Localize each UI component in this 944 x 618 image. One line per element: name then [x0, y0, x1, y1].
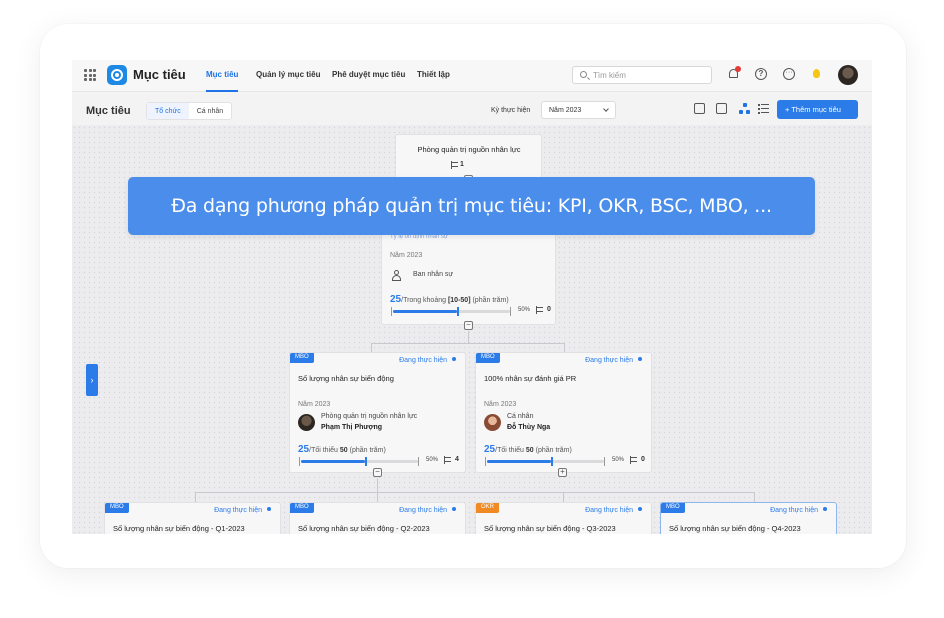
search-input[interactable]: Tìm kiếm: [572, 66, 712, 84]
top-bar: Mục tiêu Mục tiêu Quản lý mục tiêu Phê d…: [72, 60, 872, 92]
owner-name: Đỗ Thùy Nga: [507, 424, 551, 431]
tree-icon: [444, 456, 452, 464]
status-badge: Đang thực hiện: [399, 507, 456, 514]
owner-unit: Phòng quản trị nguồn nhân lực: [321, 413, 418, 420]
method-tag: MBO: [476, 353, 500, 363]
goal-child-count: 0: [641, 456, 645, 463]
goal-progress-bar: [485, 457, 605, 466]
method-tag: OKR: [476, 503, 500, 513]
method-tag: MBO: [105, 503, 129, 513]
app-logo-icon: [107, 65, 127, 85]
app-title: Mục tiêu: [133, 67, 186, 82]
tree-icon: [451, 161, 459, 169]
collapse-all-icon[interactable]: [716, 103, 727, 114]
tree-icon: [536, 306, 544, 314]
goal-card-level2-0[interactable]: MBO Đang thực hiện Số lượng nhân sự biến…: [289, 352, 466, 473]
segment-ca-nhan[interactable]: Cá nhân: [189, 103, 231, 119]
goal-card-level3-1[interactable]: MBO Đang thực hiện Số lượng nhân sự biến…: [289, 502, 466, 534]
nav-muc-tieu[interactable]: Mục tiêu: [206, 70, 239, 92]
goal-progress-pct: 50%: [518, 307, 531, 313]
collapse-level2-0-toggle[interactable]: −: [373, 468, 382, 477]
goal-child-count: 4: [455, 456, 459, 463]
goal-card-level2-1[interactable]: MBO Đang thực hiện 100% nhân sự đánh giá…: [475, 352, 652, 473]
nav-thiet-lap[interactable]: Thiết lập: [417, 70, 450, 79]
goal-year: Năm 2023: [298, 401, 331, 408]
nav-quan-ly-muc-tieu[interactable]: Quản lý mục tiêu: [256, 70, 320, 79]
goal-title: 100% nhân sự đánh giá PR: [484, 374, 577, 383]
period-value: Năm 2023: [549, 107, 582, 114]
goal-progress-bar: [299, 457, 419, 466]
root-child-count: 1: [460, 161, 464, 168]
goal-year: Năm 2023: [390, 252, 423, 259]
chevron-down-icon: [603, 106, 609, 112]
user-avatar[interactable]: [838, 65, 858, 85]
status-badge: Đang thực hiện: [214, 507, 271, 514]
search-icon: [580, 71, 587, 78]
lightbulb-icon[interactable]: [813, 69, 820, 78]
tree-icon: [630, 456, 638, 464]
goal-card-level3-2[interactable]: OKR Đang thực hiện Số lượng nhân sự biến…: [475, 502, 652, 534]
app-grid-icon[interactable]: [84, 69, 96, 81]
goal-title: Số lượng nhân sự biến động - Q2-2023: [298, 524, 430, 533]
method-tag: MBO: [661, 503, 685, 513]
segment-to-chuc[interactable]: Tổ chức: [147, 103, 189, 119]
goal-metric: 25/Tối thiểu 50 (phần trăm): [484, 444, 572, 455]
collapse-main-toggle[interactable]: −: [464, 321, 473, 330]
status-badge: Đang thực hiện: [770, 507, 827, 514]
goal-card-level3-0[interactable]: MBO Đang thực hiện Số lượng nhân sự biến…: [104, 502, 281, 534]
status-badge: Đang thực hiện: [399, 357, 456, 364]
app-window: Mục tiêu Mục tiêu Quản lý mục tiêu Phê d…: [72, 60, 872, 534]
goal-title: Số lượng nhân sự biến động - Q4-2023: [669, 524, 801, 533]
avatar: [484, 414, 501, 431]
sidebar-expand-button[interactable]: ›: [86, 364, 98, 396]
tree-view-icon[interactable]: [739, 103, 750, 114]
goal-title: Số lượng nhân sự biến động - Q1-2023: [113, 524, 245, 533]
chat-icon[interactable]: ···: [783, 68, 795, 80]
help-icon[interactable]: ?: [755, 68, 767, 80]
view-segment: Tổ chức Cá nhân: [146, 102, 233, 120]
goal-child-count: 0: [547, 306, 551, 313]
period-select[interactable]: Năm 2023: [541, 101, 616, 119]
method-tag: MBO: [290, 503, 314, 513]
expand-all-icon[interactable]: [694, 103, 705, 114]
goal-metric: 25/Trong khoảng [10-50] (phần trăm): [390, 294, 509, 305]
add-goal-button[interactable]: + Thêm mục tiêu: [777, 100, 858, 119]
status-badge: Đang thực hiện: [585, 357, 642, 364]
page-title: Mục tiêu: [86, 105, 131, 117]
nav-phe-duyet-muc-tieu[interactable]: Phê duyệt mục tiêu: [332, 70, 405, 79]
owner-unit: Cá nhân: [507, 413, 534, 420]
goal-title: Số lượng nhân sự biến động - Q3-2023: [484, 524, 616, 533]
root-unit-title: Phòng quản trị nguồn nhân lực: [417, 145, 521, 154]
goal-progress-pct: 50%: [426, 457, 439, 463]
status-badge: Đang thực hiện: [585, 507, 642, 514]
goal-year: Năm 2023: [484, 401, 517, 408]
goal-title: Số lượng nhân sự biến động: [298, 374, 394, 383]
goal-owner: Ban nhân sự: [413, 271, 454, 278]
feature-banner: Đa dạng phương pháp quản trị mục tiêu: K…: [128, 177, 815, 235]
sub-bar: Mục tiêu Tổ chức Cá nhân Kỳ thực hiện Nă…: [72, 93, 872, 125]
notification-dot: [735, 66, 741, 72]
owner-name: Phạm Thị Phượng: [321, 424, 382, 431]
goal-card-level3-3[interactable]: MBO Đang thực hiện Số lượng nhân sự biến…: [660, 502, 837, 534]
goal-progress-bar: [391, 307, 511, 316]
search-placeholder: Tìm kiếm: [593, 71, 626, 80]
goal-metric: 25/Tối thiểu 50 (phần trăm): [298, 444, 386, 455]
notification-bell-icon[interactable]: [727, 66, 741, 81]
method-tag: MBO: [290, 353, 314, 363]
goal-progress-pct: 50%: [612, 457, 625, 463]
period-label: Kỳ thực hiện: [491, 107, 531, 114]
group-icon: [392, 270, 404, 281]
expand-level2-1-toggle[interactable]: +: [558, 468, 567, 477]
avatar: [298, 414, 315, 431]
list-view-icon[interactable]: [758, 103, 769, 114]
